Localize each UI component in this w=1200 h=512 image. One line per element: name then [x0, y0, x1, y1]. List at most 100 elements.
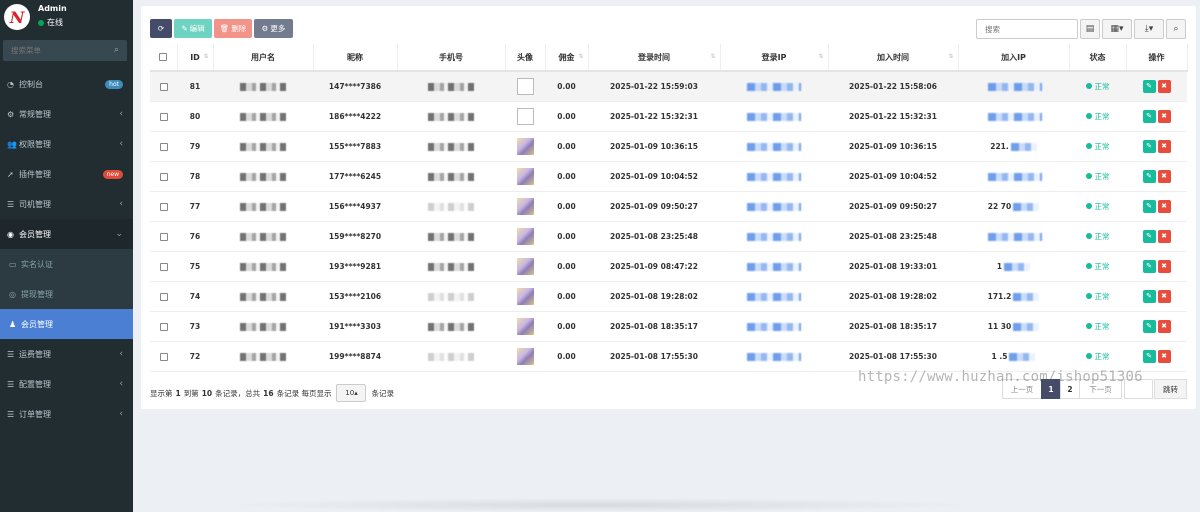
row-delete-button[interactable]: ✖ — [1157, 229, 1171, 243]
sidebar-item-freight[interactable]: ☰ 运费管理 ‹ — [0, 339, 133, 369]
row-delete-button[interactable]: ✖ — [1157, 289, 1171, 303]
cell-login-time: 2025-01-09 09:50:27 — [588, 191, 720, 222]
sidebar-item-member-manage[interactable]: ♟ 会员管理 — [0, 309, 133, 339]
cell-commission: 0.00 — [545, 341, 588, 372]
chevron-left-icon: ‹ — [119, 379, 123, 389]
row-delete-button[interactable]: ✖ — [1157, 79, 1171, 93]
refresh-button[interactable]: ⟳ — [150, 19, 172, 38]
avatar-image[interactable] — [516, 347, 534, 365]
row-edit-button[interactable]: ✎ — [1142, 229, 1156, 243]
avatar-image[interactable] — [516, 227, 534, 245]
avatar-image[interactable] — [516, 317, 534, 335]
row-edit-button[interactable]: ✎ — [1142, 169, 1156, 183]
cell-login-ip — [720, 281, 828, 312]
row-select-cell[interactable] — [150, 221, 177, 252]
avatar-image[interactable] — [516, 287, 534, 305]
row-checkbox[interactable] — [159, 82, 168, 91]
cell-actions: ✎ ✖ — [1126, 161, 1187, 192]
col-login-time[interactable]: 登录时间 ⇅ — [588, 44, 721, 72]
col-id[interactable]: ID ⇅ — [177, 44, 214, 72]
app-logo[interactable]: N — [4, 4, 30, 30]
sidebar-item-dashboard[interactable]: ◔ 控制台 hot — [0, 69, 133, 99]
row-select-cell[interactable] — [150, 281, 177, 312]
avatar-image[interactable] — [516, 167, 534, 185]
cell-actions: ✎ ✖ — [1126, 71, 1187, 102]
row-delete-button[interactable]: ✖ — [1157, 169, 1171, 183]
edit-button[interactable]: ✎ 编辑 — [174, 19, 212, 38]
col-login-ip[interactable]: 登录IP ⇅ — [720, 44, 829, 72]
status-dot-icon — [1085, 263, 1092, 269]
search-icon[interactable]: ⌕ — [114, 45, 119, 55]
row-edit-button[interactable]: ✎ — [1142, 199, 1156, 213]
row-edit-button[interactable]: ✎ — [1142, 289, 1156, 303]
sidebar-item-config[interactable]: ☰ 配置管理 ‹ — [0, 369, 133, 399]
row-select-cell[interactable] — [150, 251, 177, 282]
row-select-cell[interactable] — [150, 131, 177, 162]
sidebar-item-realname[interactable]: ▭ 实名认证 — [0, 249, 133, 279]
more-button[interactable]: ⚙ 更多 — [254, 19, 293, 38]
row-edit-button[interactable]: ✎ — [1142, 79, 1156, 93]
cell-mobile — [397, 131, 505, 162]
chevron-left-icon: ‹ — [119, 139, 123, 149]
row-edit-button[interactable]: ✎ — [1142, 319, 1156, 333]
delete-button[interactable]: 🗑 删除 — [214, 19, 252, 38]
redacted-username — [240, 232, 286, 241]
row-checkbox[interactable] — [159, 322, 168, 331]
row-delete-button[interactable]: ✖ — [1157, 199, 1171, 213]
table-search-input[interactable] — [976, 19, 1078, 39]
status-label: 正常 — [1094, 351, 1110, 361]
row-checkbox[interactable] — [159, 292, 168, 301]
broken-image-icon[interactable] — [516, 77, 534, 95]
advanced-search-button[interactable]: ⌕ — [1166, 19, 1186, 39]
export-button[interactable]: ⤓▾ — [1134, 19, 1164, 39]
row-select-cell[interactable] — [150, 71, 177, 102]
sidebar-item-driver[interactable]: ☰ 司机管理 ‹ — [0, 189, 133, 219]
row-edit-button[interactable]: ✎ — [1142, 139, 1156, 153]
row-edit-button[interactable]: ✎ — [1142, 259, 1156, 273]
row-edit-button[interactable]: ✎ — [1142, 349, 1156, 363]
columns-button[interactable]: ▦▾ — [1102, 19, 1132, 39]
row-checkbox[interactable] — [159, 142, 168, 151]
avatar-image[interactable] — [516, 137, 534, 155]
sidebar-item-withdraw[interactable]: ◎ 提现管理 — [0, 279, 133, 309]
row-select-cell[interactable] — [150, 311, 177, 342]
select-all-checkbox[interactable] — [159, 53, 168, 61]
select-all-header[interactable] — [150, 44, 178, 72]
row-checkbox[interactable] — [159, 172, 168, 181]
menu-search-input[interactable] — [3, 40, 103, 61]
row-select-cell[interactable] — [150, 191, 177, 222]
join-ip-text: 1 .5 — [991, 351, 1008, 361]
col-join-time[interactable]: 加入时间 ⇅ — [828, 44, 959, 72]
toggle-view-button[interactable]: ▤ — [1080, 19, 1100, 39]
row-checkbox[interactable] — [159, 232, 168, 241]
row-checkbox[interactable] — [159, 262, 168, 271]
row-select-cell[interactable] — [150, 341, 177, 372]
redacted-login-ip — [747, 82, 801, 91]
row-delete-button[interactable]: ✖ — [1157, 259, 1171, 273]
join-ip-text: 1 — [996, 261, 1003, 271]
page-size-select[interactable]: 10 ▴ — [336, 384, 367, 402]
row-checkbox[interactable] — [159, 112, 168, 121]
row-checkbox[interactable] — [159, 202, 168, 211]
broken-image-icon[interactable] — [516, 107, 534, 125]
sidebar-item-order[interactable]: ☰ 订单管理 ‹ — [0, 399, 133, 429]
row-select-cell[interactable] — [150, 161, 177, 192]
col-nickname: 昵称 — [313, 44, 398, 72]
row-select-cell[interactable] — [150, 101, 177, 132]
trash-icon: ✖ — [1161, 292, 1167, 300]
cell-commission: 0.00 — [545, 191, 588, 222]
jump-button[interactable]: 跳转 — [1154, 379, 1187, 399]
row-delete-button[interactable]: ✖ — [1157, 319, 1171, 333]
sidebar-item-member[interactable]: ◉ 会员管理 ⌄ — [0, 219, 133, 249]
col-commission[interactable]: 佣金 ⇅ — [545, 44, 589, 72]
avatar-image[interactable] — [516, 197, 534, 215]
row-edit-button[interactable]: ✎ — [1142, 109, 1156, 123]
sidebar-item-general[interactable]: ⚙ 常规管理 ‹ — [0, 99, 133, 129]
row-checkbox[interactable] — [159, 352, 168, 361]
sidebar-item-addon[interactable]: ➚ 插件管理 new — [0, 159, 133, 189]
row-delete-button[interactable]: ✖ — [1157, 349, 1171, 363]
row-delete-button[interactable]: ✖ — [1157, 139, 1171, 153]
row-delete-button[interactable]: ✖ — [1157, 109, 1171, 123]
sidebar-item-auth[interactable]: 👥 权限管理 ‹ — [0, 129, 133, 159]
avatar-image[interactable] — [516, 257, 534, 275]
